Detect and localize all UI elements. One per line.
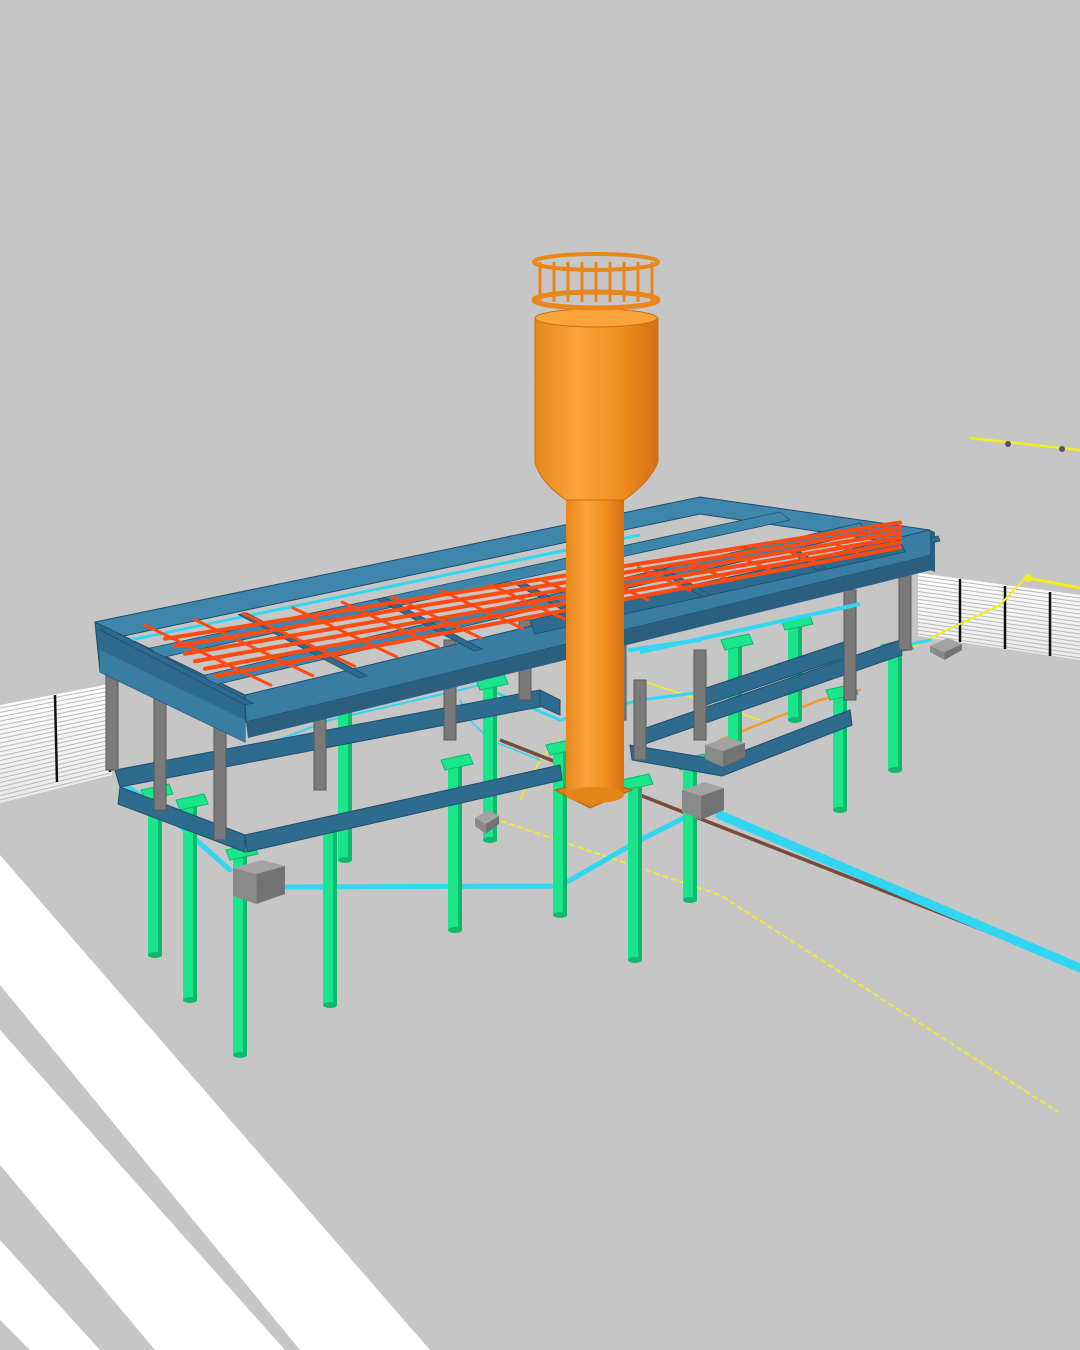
bim-model-viewport[interactable] bbox=[0, 0, 1080, 1350]
steel-column bbox=[633, 679, 647, 761]
steel-column bbox=[898, 574, 912, 651]
steel-column bbox=[693, 649, 707, 741]
